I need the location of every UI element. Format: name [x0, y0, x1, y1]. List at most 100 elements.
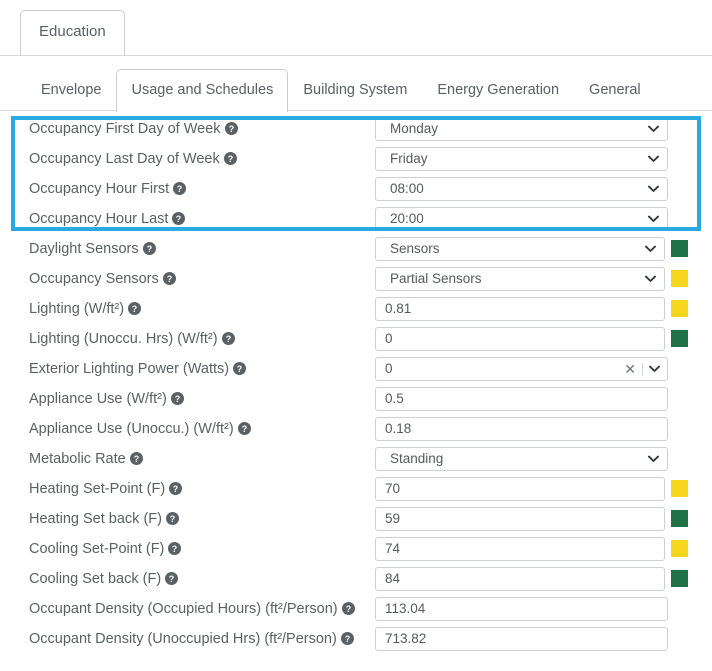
field-value: 0.81: [385, 301, 412, 316]
chevron-down-icon[interactable]: [648, 448, 659, 470]
status-swatch-green: [671, 240, 688, 257]
input-cooling-set-back-f[interactable]: 84: [375, 567, 665, 591]
help-circle-icon[interactable]: ?: [162, 266, 176, 296]
label-metabolic-rate: Metabolic Rate?: [29, 444, 143, 474]
help-circle-icon[interactable]: ?: [172, 206, 186, 236]
help-circle-icon[interactable]: ?: [165, 566, 179, 596]
select-occupancy-last-day-of-week[interactable]: Friday: [375, 147, 668, 171]
input-heating-set-back-f[interactable]: 59: [375, 507, 665, 531]
field-value: 70: [385, 481, 401, 496]
form-row-occupancy-first-day-of-week: Occupancy First Day of Week? Monday: [0, 114, 712, 144]
field-value: 84: [385, 571, 401, 586]
label-text: Occupant Density (Unoccupied Hrs) (ft²/P…: [29, 631, 337, 647]
label-occupancy-hour-first: Occupancy Hour First?: [29, 174, 187, 206]
help-circle-icon[interactable]: ?: [142, 236, 156, 266]
chevron-down-icon[interactable]: [648, 118, 659, 140]
tab-general[interactable]: General: [574, 71, 656, 111]
chevron-down-icon[interactable]: [648, 148, 659, 170]
field-value: 713.82: [385, 631, 427, 646]
input-lighting-w-ft[interactable]: 0.81: [375, 297, 665, 321]
input-appliance-use-w-ft[interactable]: 0.5: [375, 387, 668, 411]
combobox-actions: ✕: [624, 358, 660, 380]
input-lighting-unoccu-hrs-w-ft[interactable]: 0: [375, 327, 665, 351]
chevron-down-icon[interactable]: [645, 268, 656, 290]
form-row-appliance-use-w-ft: Appliance Use (W/ft²)? 0.5: [0, 384, 712, 414]
tab-usage-and-schedules[interactable]: Usage and Schedules: [116, 69, 289, 112]
tab-education[interactable]: Education: [20, 10, 125, 55]
label-text: Occupancy Last Day of Week: [29, 151, 220, 167]
svg-text:?: ?: [175, 394, 180, 404]
usage-and-schedules-form: Occupancy First Day of Week? Monday Occupa…: [0, 111, 712, 654]
svg-text:?: ?: [345, 604, 350, 614]
field-value: 0.18: [385, 421, 412, 436]
label-occupancy-last-day-of-week: Occupancy Last Day of Week?: [29, 144, 237, 174]
help-circle-icon[interactable]: ?: [340, 626, 354, 656]
input-cooling-set-point-f[interactable]: 74: [375, 537, 665, 561]
help-circle-icon[interactable]: ?: [237, 416, 251, 446]
label-text: Exterior Lighting Power (Watts): [29, 361, 230, 377]
form-row-metabolic-rate: Metabolic Rate? Standing: [0, 444, 712, 474]
help-circle-icon[interactable]: ?: [128, 296, 142, 326]
field-value: Sensors: [390, 241, 440, 256]
help-circle-icon[interactable]: ?: [233, 356, 247, 386]
help-circle-icon[interactable]: ?: [224, 116, 238, 146]
input-occupant-density-occupied-hours-ft-person[interactable]: 113.04: [375, 597, 668, 621]
select-metabolic-rate[interactable]: Standing: [375, 447, 668, 471]
form-row-lighting-unoccu-hrs-w-ft: Lighting (Unoccu. Hrs) (W/ft²)? 0: [0, 324, 712, 354]
help-circle-icon[interactable]: ?: [129, 446, 143, 476]
section-tab-list: Envelope Usage and Schedules Building Syst…: [26, 69, 656, 112]
input-appliance-use-unoccu-w-ft[interactable]: 0.18: [375, 417, 668, 441]
label-occupancy-hour-last: Occupancy Hour Last?: [29, 204, 186, 236]
label-daylight-sensors: Daylight Sensors?: [29, 234, 156, 264]
combobox-exterior-lighting-power-watts[interactable]: 0 ✕: [375, 357, 668, 381]
chevron-down-icon[interactable]: [649, 365, 660, 373]
status-swatch-green: [671, 330, 688, 347]
form-row-occupancy-sensors: Occupancy Sensors? Partial Sensors: [0, 264, 712, 294]
select-occupancy-hour-last[interactable]: 20:00: [375, 207, 668, 231]
select-occupancy-sensors[interactable]: Partial Sensors: [375, 267, 665, 291]
help-circle-icon[interactable]: ?: [221, 326, 235, 356]
chevron-down-icon[interactable]: [648, 208, 659, 230]
svg-text:?: ?: [167, 274, 172, 284]
select-occupancy-hour-first[interactable]: 08:00: [375, 177, 668, 201]
help-circle-icon[interactable]: ?: [341, 596, 355, 626]
form-row-occupant-density-occupied-hours-ft-person: Occupant Density (Occupied Hours) (ft²/P…: [0, 594, 712, 624]
help-circle-icon[interactable]: ?: [169, 476, 183, 506]
select-daylight-sensors[interactable]: Sensors: [375, 237, 665, 261]
label-occupancy-first-day-of-week: Occupancy First Day of Week?: [29, 114, 238, 144]
label-text: Cooling Set back (F): [29, 571, 162, 587]
tab-building-system[interactable]: Building System: [288, 71, 422, 111]
clear-x-icon[interactable]: ✕: [624, 362, 636, 376]
tab-energy-generation[interactable]: Energy Generation: [422, 71, 574, 111]
help-circle-icon[interactable]: ?: [223, 146, 237, 176]
label-text: Occupancy Sensors: [29, 271, 159, 287]
help-circle-icon[interactable]: ?: [165, 506, 179, 536]
form-row-cooling-set-point-f: Cooling Set-Point (F)? 74: [0, 534, 712, 564]
status-swatch-yellow: [671, 300, 688, 317]
help-circle-icon[interactable]: ?: [168, 536, 182, 566]
section-tab-strip: Envelope Usage and Schedules Building Syst…: [0, 66, 712, 112]
tab-strip-divider: [0, 55, 712, 56]
label-text: Daylight Sensors: [29, 241, 139, 257]
help-circle-icon[interactable]: ?: [173, 176, 187, 206]
input-occupant-density-unoccupied-hrs-ft-person[interactable]: 713.82: [375, 627, 668, 651]
label-text: Heating Set back (F): [29, 511, 162, 527]
tab-envelope[interactable]: Envelope: [26, 71, 116, 111]
label-text: Metabolic Rate: [29, 451, 126, 467]
form-row-lighting-w-ft: Lighting (W/ft²)? 0.81: [0, 294, 712, 324]
label-exterior-lighting-power-watts: Exterior Lighting Power (Watts)?: [29, 354, 247, 386]
chevron-down-icon[interactable]: [645, 238, 656, 260]
field-value: 08:00: [390, 181, 424, 196]
chevron-down-icon[interactable]: [648, 178, 659, 200]
field-value: Partial Sensors: [390, 271, 482, 286]
label-text: Occupancy First Day of Week: [29, 121, 221, 137]
label-cooling-set-back-f: Cooling Set back (F)?: [29, 564, 179, 596]
select-occupancy-first-day-of-week[interactable]: Monday: [375, 117, 668, 141]
label-cooling-set-point-f: Cooling Set-Point (F)?: [29, 534, 182, 566]
form-row-occupant-density-unoccupied-hrs-ft-person: Occupant Density (Unoccupied Hrs) (ft²/P…: [0, 624, 712, 654]
input-heating-set-point-f[interactable]: 70: [375, 477, 665, 501]
help-circle-icon[interactable]: ?: [170, 386, 184, 416]
status-swatch-green: [671, 510, 688, 527]
field-value: Monday: [390, 121, 439, 136]
combobox-divider: [642, 362, 643, 376]
